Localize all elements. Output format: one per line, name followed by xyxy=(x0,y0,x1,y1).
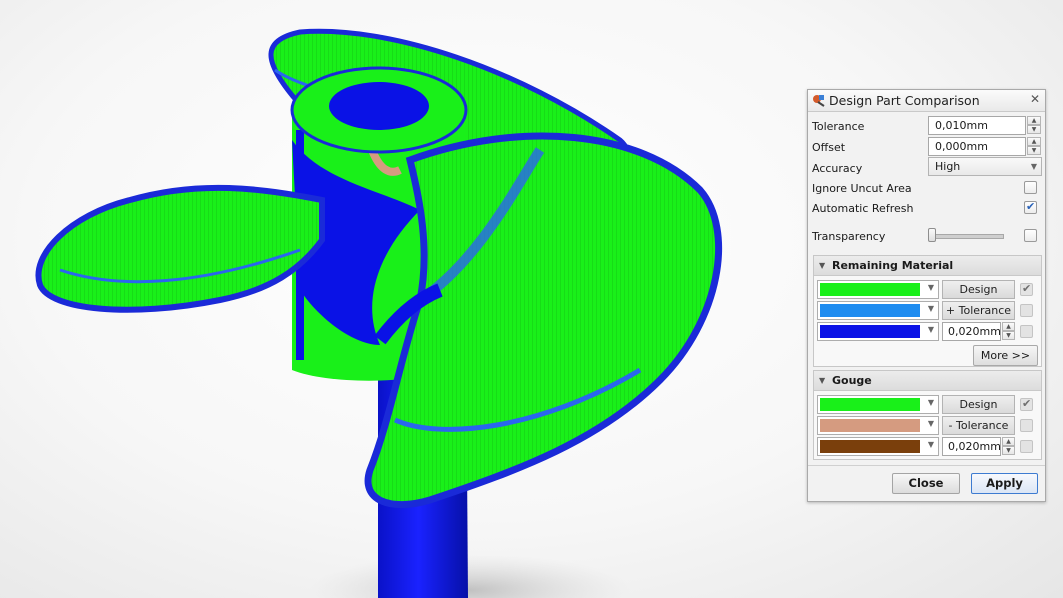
remaining-tolerance-checkbox[interactable] xyxy=(1020,304,1033,317)
gouge-value-input[interactable]: 0,020mm xyxy=(942,437,1001,456)
up-arrow-icon[interactable]: ▲ xyxy=(1002,437,1015,446)
up-arrow-icon[interactable]: ▲ xyxy=(1002,322,1015,331)
collapse-triangle-icon: ▼ xyxy=(819,376,826,385)
remaining-material-title: Remaining Material xyxy=(832,259,954,272)
chevron-down-icon: ▼ xyxy=(927,304,934,313)
chevron-down-icon: ▼ xyxy=(927,440,934,449)
ignore-uncut-label: Ignore Uncut Area xyxy=(812,182,912,195)
tolerance-spinbox[interactable]: 0,010mm ▲ ▼ xyxy=(928,116,1041,135)
dialog-title: Design Part Comparison xyxy=(829,93,980,108)
apply-button[interactable]: Apply xyxy=(971,473,1038,494)
offset-up-icon[interactable]: ▲ xyxy=(1027,137,1041,146)
remaining-plus-tolerance-button[interactable]: + Tolerance xyxy=(942,301,1015,320)
remaining-value-spinbox[interactable]: 0,020mm ▲ ▼ xyxy=(942,322,1015,341)
accuracy-select[interactable]: High ▼ xyxy=(928,157,1042,176)
gouge-tolerance-checkbox[interactable] xyxy=(1020,419,1033,432)
offset-down-icon[interactable]: ▼ xyxy=(1027,146,1041,155)
remaining-tolerance-color-picker[interactable]: ▼ xyxy=(817,301,939,320)
remaining-design-checkbox[interactable] xyxy=(1020,282,1033,296)
footer-divider xyxy=(808,465,1045,466)
transparency-checkbox[interactable] xyxy=(1024,229,1037,242)
gouge-minus-tolerance-button[interactable]: - Tolerance xyxy=(942,416,1015,435)
offset-label: Offset xyxy=(812,141,846,154)
collapse-triangle-icon: ▼ xyxy=(819,261,826,270)
color-swatch xyxy=(820,398,920,411)
gouge-value-spinbox[interactable]: 0,020mm ▲ ▼ xyxy=(942,437,1015,456)
design-part-comparison-dialog: Design Part Comparison ✕ Tolerance 0,010… xyxy=(807,89,1046,502)
color-swatch xyxy=(820,440,920,453)
ground-shadow xyxy=(310,554,630,598)
tolerance-up-icon[interactable]: ▲ xyxy=(1027,116,1041,125)
color-swatch xyxy=(820,283,920,296)
close-icon[interactable]: ✕ xyxy=(1030,92,1040,106)
transparency-slider-handle[interactable] xyxy=(928,228,936,242)
gouge-tolerance-color-picker[interactable]: ▼ xyxy=(817,416,939,435)
chevron-down-icon: ▼ xyxy=(927,398,934,407)
gouge-value-color-picker[interactable]: ▼ xyxy=(817,437,939,456)
more-button[interactable]: More >> xyxy=(973,345,1038,366)
color-swatch xyxy=(820,419,920,432)
gouge-design-button[interactable]: Design xyxy=(942,395,1015,414)
gouge-design-color-picker[interactable]: ▼ xyxy=(817,395,939,414)
gouge-title: Gouge xyxy=(832,374,872,387)
remaining-value-input[interactable]: 0,020mm xyxy=(942,322,1001,341)
close-button[interactable]: Close xyxy=(892,473,960,494)
hub-bore xyxy=(329,82,429,130)
remaining-material-header[interactable]: ▼ Remaining Material xyxy=(814,256,1041,276)
down-arrow-icon[interactable]: ▼ xyxy=(1002,446,1015,455)
remaining-design-color-picker[interactable]: ▼ xyxy=(817,280,939,299)
remaining-value-checkbox[interactable] xyxy=(1020,325,1033,338)
offset-spinbox[interactable]: 0,000mm ▲ ▼ xyxy=(928,137,1041,156)
remaining-material-group: ▼ Remaining Material ▼ Design ▼ + Tolera… xyxy=(813,255,1042,367)
down-arrow-icon[interactable]: ▼ xyxy=(1002,331,1015,340)
blade-right xyxy=(364,132,723,509)
gouge-value-checkbox[interactable] xyxy=(1020,440,1033,453)
tolerance-down-icon[interactable]: ▼ xyxy=(1027,125,1041,134)
gouge-group: ▼ Gouge ▼ Design ▼ - Tolerance ▼ 0,020mm… xyxy=(813,370,1042,460)
remaining-value-color-picker[interactable]: ▼ xyxy=(817,322,939,341)
tolerance-input[interactable]: 0,010mm xyxy=(928,116,1026,135)
gouge-design-checkbox[interactable] xyxy=(1020,397,1033,411)
tolerance-label: Tolerance xyxy=(812,120,865,133)
color-swatch xyxy=(820,304,920,317)
offset-input[interactable]: 0,000mm xyxy=(928,137,1026,156)
ignore-uncut-checkbox[interactable] xyxy=(1024,181,1037,194)
app-icon xyxy=(813,95,825,107)
transparency-slider[interactable] xyxy=(932,234,1004,239)
chevron-down-icon: ▼ xyxy=(927,419,934,428)
accuracy-value: High xyxy=(935,160,961,173)
chevron-down-icon: ▼ xyxy=(1030,162,1037,171)
chevron-down-icon: ▼ xyxy=(927,283,934,292)
dialog-titlebar[interactable]: Design Part Comparison ✕ xyxy=(808,90,1045,112)
accuracy-label: Accuracy xyxy=(812,162,863,175)
auto-refresh-checkbox[interactable] xyxy=(1024,200,1037,214)
chevron-down-icon: ▼ xyxy=(927,325,934,334)
gouge-header[interactable]: ▼ Gouge xyxy=(814,371,1041,391)
remaining-design-button[interactable]: Design xyxy=(942,280,1015,299)
blade-left xyxy=(35,184,325,313)
color-swatch xyxy=(820,325,920,338)
auto-refresh-label: Automatic Refresh xyxy=(812,202,914,215)
transparency-label: Transparency xyxy=(812,230,886,243)
